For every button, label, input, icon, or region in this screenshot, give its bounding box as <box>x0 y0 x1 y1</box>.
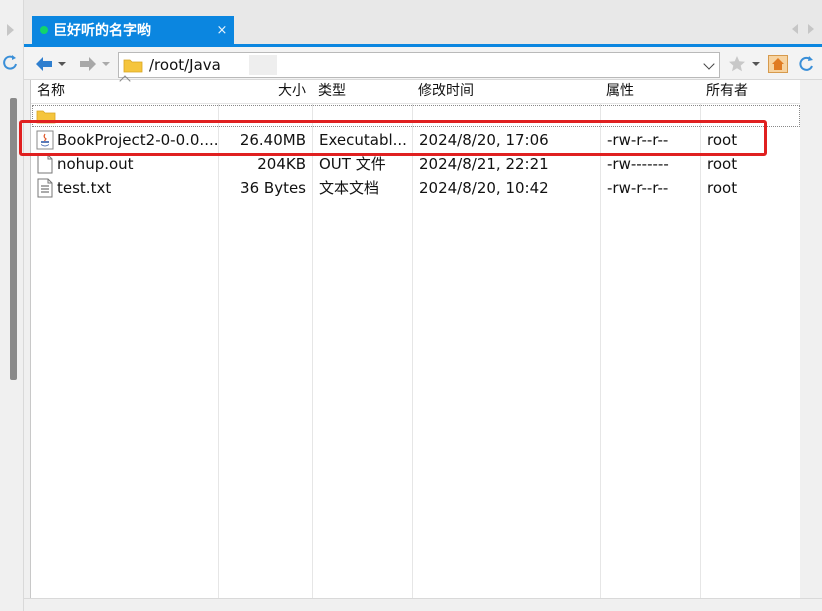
forward-arrow-icon <box>80 57 96 71</box>
refresh-icon[interactable] <box>0 52 20 72</box>
home-button[interactable] <box>768 53 788 75</box>
file-attributes: -rw-r--r-- <box>607 179 669 197</box>
file-type: 文本文档 <box>319 179 380 197</box>
tab-strip: 巨好听的名字哟 × <box>24 0 822 44</box>
column-header: 名称 大小 类型 修改时间 属性 所有者 <box>31 75 801 104</box>
left-panel-edge <box>0 0 24 611</box>
forward-button[interactable] <box>78 53 110 75</box>
file-row[interactable]: test.txt 36 Bytes 文本文档 2024/8/20, 10:42 … <box>31 176 801 200</box>
redacted-path-segment <box>249 55 277 75</box>
expand-left-icon[interactable] <box>7 24 14 36</box>
column-attributes[interactable]: 属性 <box>600 80 700 104</box>
column-size[interactable]: 大小 <box>218 80 312 104</box>
forward-dropdown-icon[interactable] <box>102 62 110 66</box>
tab-close-button[interactable]: × <box>210 23 234 38</box>
connection-status-icon <box>40 26 48 34</box>
column-owner[interactable]: 所有者 <box>700 80 800 104</box>
path-dropdown-icon[interactable] <box>703 58 715 70</box>
column-modified[interactable]: 修改时间 <box>412 80 600 104</box>
tab-title: 巨好听的名字哟 <box>53 23 151 39</box>
file-owner: root <box>707 179 738 197</box>
file-name[interactable]: test.txt <box>57 176 217 200</box>
bookmark-dropdown-icon[interactable] <box>752 62 760 66</box>
column-name[interactable]: 名称 <box>31 80 218 104</box>
file-icon <box>37 154 53 174</box>
back-button[interactable] <box>34 53 66 75</box>
back-arrow-icon <box>36 57 52 71</box>
tab-session[interactable]: 巨好听的名字哟 × <box>32 16 234 44</box>
path-bar[interactable] <box>118 52 720 78</box>
folder-icon <box>123 59 143 73</box>
toolbar <box>24 44 822 80</box>
status-bar <box>24 598 822 611</box>
refresh-button[interactable] <box>796 53 816 75</box>
bookmark-button[interactable] <box>728 53 760 75</box>
back-dropdown-icon[interactable] <box>58 62 66 66</box>
right-panel-edge <box>800 80 822 598</box>
file-list: 名称 大小 类型 修改时间 属性 所有者 BookProject2-0-0.0.… <box>30 75 801 598</box>
left-scrollbar-thumb[interactable] <box>10 98 17 380</box>
tab-scroll-left-icon[interactable] <box>792 24 798 34</box>
annotation-highlight-box <box>19 120 767 156</box>
file-modified: 2024/8/20, 10:42 <box>419 179 549 197</box>
star-icon <box>729 56 745 72</box>
tab-scroll-right-icon[interactable] <box>808 24 814 34</box>
home-icon <box>768 55 788 73</box>
file-size: 36 Bytes <box>240 179 306 197</box>
refresh-icon <box>799 56 813 71</box>
column-type[interactable]: 类型 <box>312 80 412 104</box>
text-file-icon <box>37 178 53 198</box>
path-input[interactable] <box>149 56 249 74</box>
